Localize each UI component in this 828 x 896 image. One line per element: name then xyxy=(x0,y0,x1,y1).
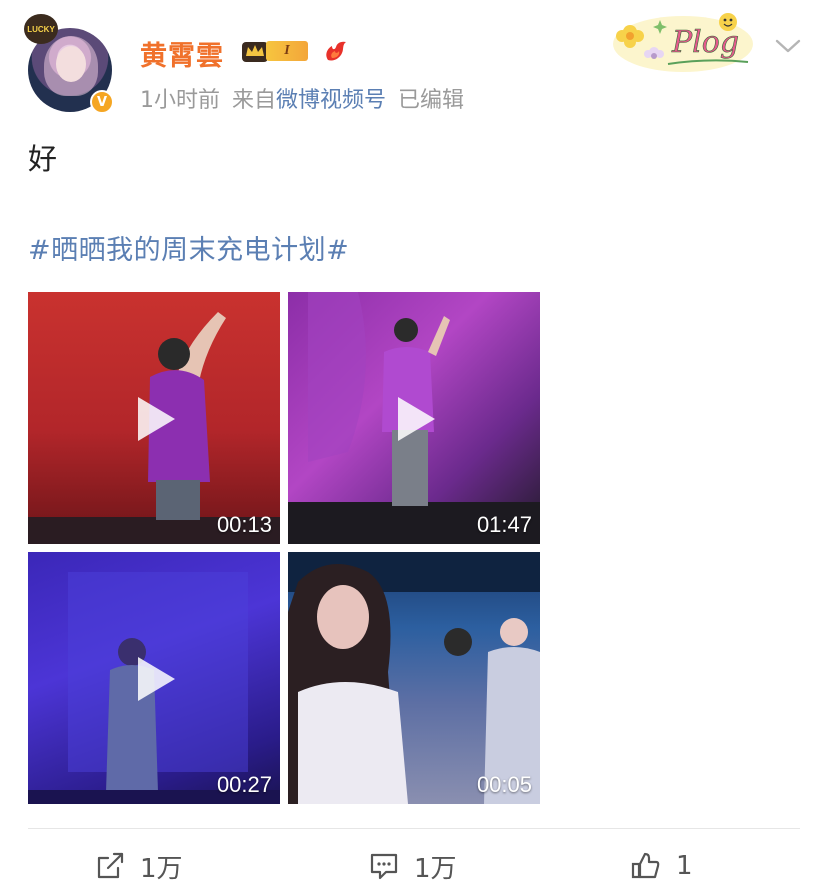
chevron-down-icon[interactable] xyxy=(774,36,802,56)
hashtag-link[interactable]: #晒晒我的周末充电计划# xyxy=(28,228,349,267)
video-thumbnail-1[interactable]: 00:13 xyxy=(28,292,280,544)
plog-decoration: Plog xyxy=(613,13,753,72)
video-duration: 01:47 xyxy=(476,512,532,537)
lucky-badge: LUCKY xyxy=(24,14,58,44)
video-duration: 00:27 xyxy=(216,772,272,797)
level-label: I xyxy=(266,41,308,61)
source-link[interactable]: 微博视频号 xyxy=(276,88,386,113)
like-count: 1 xyxy=(676,851,693,881)
share-icon xyxy=(97,852,124,879)
comment-icon xyxy=(370,853,398,880)
divider xyxy=(28,828,800,829)
post-text: 好 xyxy=(28,142,58,176)
comment-count: 1万 xyxy=(414,853,457,884)
share-button[interactable]: 1万 xyxy=(94,846,183,886)
audience-figure xyxy=(288,552,540,804)
video-duration: 00:05 xyxy=(476,772,532,797)
video-duration: 00:13 xyxy=(216,512,272,537)
comment-button[interactable]: 1万 xyxy=(368,846,457,886)
play-icon xyxy=(138,657,175,701)
like-button[interactable]: 1 xyxy=(630,846,693,886)
post-time: 1小时前 xyxy=(140,88,220,113)
avatar[interactable]: LUCKY V xyxy=(24,14,116,114)
thumbs-up-icon xyxy=(631,852,660,879)
post-meta: 1小时前 来自微博视频号 已编辑 xyxy=(140,82,476,114)
play-icon xyxy=(138,397,175,441)
share-count: 1万 xyxy=(140,853,183,884)
username[interactable]: 黄霄雲 xyxy=(140,34,224,73)
vip-level-badge[interactable]: I xyxy=(240,38,314,64)
video-thumbnail-2[interactable]: 01:47 xyxy=(288,292,540,544)
source-prefix: 来自 xyxy=(232,88,277,113)
video-thumbnail-3[interactable]: 00:27 xyxy=(28,552,280,804)
play-icon xyxy=(398,397,435,441)
fire-icon xyxy=(326,41,346,61)
verified-badge: V xyxy=(90,90,114,114)
edited-label[interactable]: 已编辑 xyxy=(398,88,464,113)
video-thumbnail-4[interactable]: 00:05 xyxy=(288,552,540,804)
